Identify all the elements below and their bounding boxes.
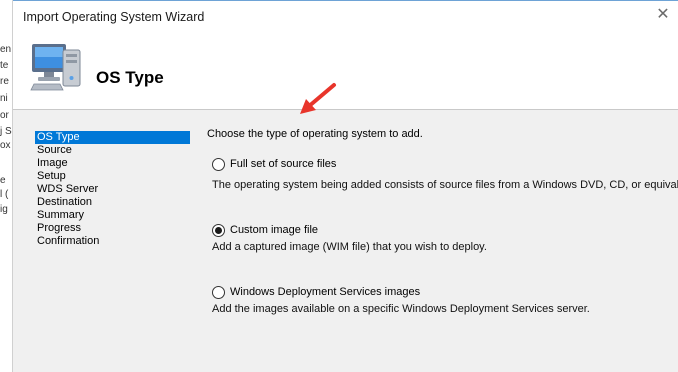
option-label[interactable]: Windows Deployment Services images: [230, 286, 420, 298]
radio-custom-image[interactable]: [212, 224, 225, 237]
radio-selected-dot: [215, 227, 222, 234]
background-text: ox: [0, 140, 11, 151]
background-text: e: [0, 175, 6, 186]
page-title: OS Type: [96, 68, 164, 87]
red-annotation-arrow-icon: [300, 83, 336, 114]
close-button[interactable]: ✕: [653, 5, 673, 25]
computer-icon: [30, 44, 81, 91]
option-description: Add the images available on a specific W…: [212, 303, 590, 315]
nav-step-setup[interactable]: Setup: [35, 170, 190, 183]
background-text: en: [0, 44, 12, 55]
background-text: ni: [0, 93, 8, 104]
close-icon: ✕: [656, 6, 670, 23]
radio-full-source[interactable]: [212, 158, 225, 171]
option-description: Add a captured image (WIM file) that you…: [212, 241, 487, 253]
instruction-text: Choose the type of operating system to a…: [207, 128, 423, 140]
option-label[interactable]: Full set of source files: [230, 158, 336, 170]
wizard-steps-nav: OS Type Source Image Setup WDS Server De…: [35, 131, 190, 248]
dialog-title: Import Operating System Wizard: [23, 10, 205, 24]
wizard-header: OS Type: [13, 31, 678, 108]
nav-step-image[interactable]: Image: [35, 157, 190, 170]
nav-step-destination[interactable]: Destination: [35, 196, 190, 209]
background-text: l (: [0, 189, 9, 200]
title-bar[interactable]: Import Operating System Wizard ✕: [13, 1, 678, 31]
nav-step-source[interactable]: Source: [35, 144, 190, 157]
background-text: j S: [0, 126, 12, 137]
option-description: The operating system being added consist…: [212, 179, 678, 191]
background-text: te: [0, 60, 9, 71]
wizard-body: OS Type Source Image Setup WDS Server De…: [13, 110, 678, 372]
background-text: or: [0, 110, 9, 121]
nav-step-progress[interactable]: Progress: [35, 222, 190, 235]
background-text: ig: [0, 204, 8, 215]
nav-step-summary[interactable]: Summary: [35, 209, 190, 222]
radio-wds-images[interactable]: [212, 286, 225, 299]
background-text: re: [0, 76, 9, 87]
import-os-wizard-dialog: Import Operating System Wizard ✕ OS Type…: [12, 1, 678, 372]
option-label[interactable]: Custom image file: [230, 224, 318, 236]
nav-step-confirmation[interactable]: Confirmation: [35, 235, 190, 248]
nav-step-wds-server[interactable]: WDS Server: [35, 183, 190, 196]
nav-step-os-type[interactable]: OS Type: [35, 131, 190, 144]
